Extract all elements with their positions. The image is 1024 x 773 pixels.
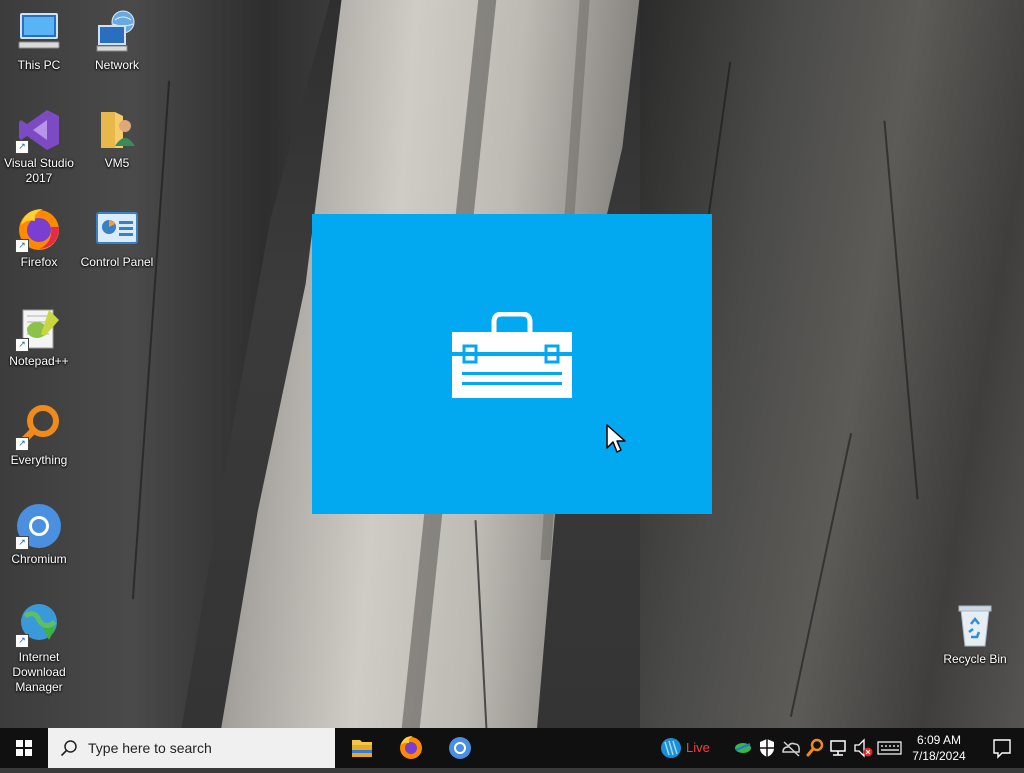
volume-muted-icon [854,738,873,758]
tray-keyboard[interactable] [876,728,904,768]
taskbar-firefox-button[interactable] [387,728,435,768]
network-icon [830,740,846,756]
onedrive-icon [782,741,800,757]
chromium-icon: ↗ [15,502,63,550]
search-tool-icon [806,738,824,757]
desktop-icon-everything[interactable]: ↗ Everything [0,403,78,468]
windows-logo-icon [16,740,32,756]
tray-security[interactable] [756,728,778,768]
taskbar-clock[interactable]: 6:09 AM 7/18/2024 [904,732,974,764]
network-icon [93,8,141,56]
desktop-icon-visual-studio[interactable]: ↗ Visual Studio 2017 [0,106,78,186]
action-center-button[interactable] [980,728,1024,768]
notification-icon [993,739,1011,759]
desktop-icon-label: Visual Studio 2017 [4,156,74,185]
search-input[interactable] [48,728,335,768]
notepad-plus-plus-icon: ↗ [15,304,63,352]
app-splash-window[interactable] [312,214,712,514]
internet-download-manager-icon: ↗ [15,600,63,648]
tray-volume[interactable] [852,728,874,768]
desktop-icon-recycle-bin[interactable]: Recycle Bin [936,602,1014,667]
desktop-icon-label: Recycle Bin [943,652,1007,666]
taskbar: Live [0,728,1024,768]
toolbox-icon [450,311,574,407]
desktop-icon-label: Network [94,58,139,72]
taskbar-file-explorer-button[interactable] [338,728,386,768]
chromium-icon [449,737,471,759]
taskbar-chromium-button[interactable] [436,728,484,768]
security-shield-icon [760,739,774,757]
desktop-icon-label: VM5 [104,156,130,170]
desktop-icon-chromium[interactable]: ↗ Chromium [0,502,78,567]
mouse-cursor [606,424,626,461]
taskbar-live-widget[interactable]: Live [652,728,718,768]
firefox-icon: ↗ [15,205,63,253]
desktop-icon-label: Firefox [20,255,58,269]
desktop-icon-firefox[interactable]: ↗ Firefox [0,205,78,270]
desktop-icon-label: Notepad++ [9,354,69,368]
visual-studio-icon: ↗ [15,106,63,154]
live-weather-icon [661,738,681,758]
control-panel-icon [93,205,141,253]
desktop-icon-label: Everything [10,453,68,467]
desktop-icon-label: Chromium [11,552,67,566]
desktop-icon-this-pc[interactable]: This PC [0,8,78,73]
everything-search-icon: ↗ [15,403,63,451]
live-label: Live [686,740,710,755]
tray-network-location[interactable] [732,728,754,768]
tray-onedrive[interactable] [780,728,802,768]
desktop-icon-label: Internet Download Manager [12,650,66,694]
firefox-icon [400,736,422,759]
desktop-icon-control-panel[interactable]: Control Panel [78,205,156,270]
tray-search-tool[interactable] [804,728,826,768]
desktop-icon-vm5[interactable]: VM5 [78,106,156,171]
network-location-icon [735,743,751,753]
computer-icon [15,8,63,56]
clock-date: 7/18/2024 [912,749,966,763]
user-folder-icon [93,106,141,154]
desktop-icon-internet-download-manager[interactable]: ↗ Internet Download Manager [0,600,78,695]
taskbar-search-box[interactable] [48,728,335,768]
desktop-icon-label: Control Panel [80,255,154,269]
keyboard-icon [877,741,902,755]
clock-time: 6:09 AM [916,733,962,747]
desktop-icon-label: This PC [17,58,61,72]
desktop-icon-notepad-plus-plus[interactable]: ↗ Notepad++ [0,304,78,369]
recycle-bin-icon [951,602,999,650]
tray-network[interactable] [828,728,850,768]
file-explorer-icon [352,740,372,757]
start-button[interactable] [0,728,48,768]
desktop-icon-network[interactable]: Network [78,8,156,73]
